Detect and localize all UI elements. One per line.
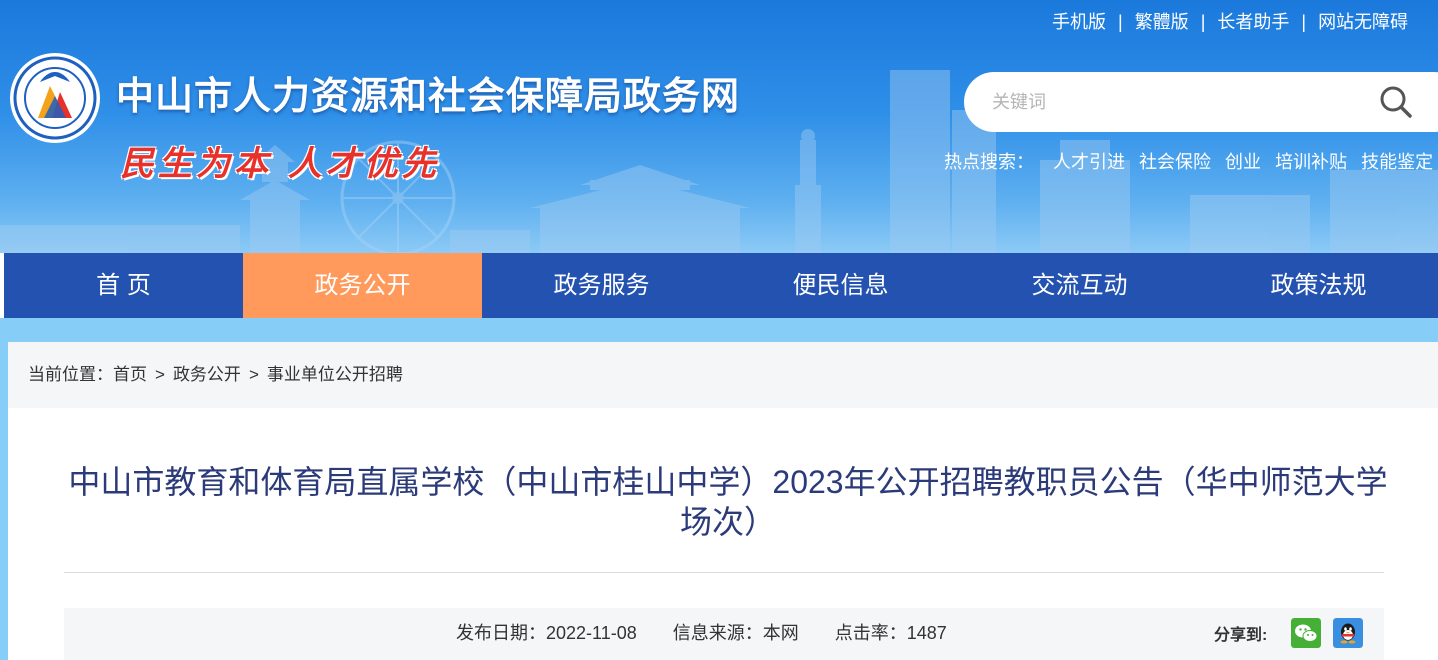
hot-search: 热点搜索： 人才引进 社会保险 创业 培训补贴 技能鉴定 (944, 150, 1438, 174)
breadcrumb-government-affairs[interactable]: 政务公开 (173, 365, 241, 384)
nav-home[interactable]: 首 页 (4, 253, 243, 318)
logo-emblem[interactable] (8, 52, 102, 144)
site-slogan: 民生为本 人才优先 (120, 144, 440, 184)
breadcrumb-separator: > (155, 365, 165, 384)
wechat-icon[interactable] (1291, 618, 1322, 648)
title-divider (64, 572, 1384, 573)
breadcrumb-home[interactable]: 首页 (113, 365, 147, 384)
toplink-separator: | (1200, 12, 1206, 32)
hot-search-talent[interactable]: 人才引进 (1053, 152, 1125, 172)
site-title: 中山市人力资源和社会保障局政务网 (116, 76, 741, 118)
nav-policies[interactable]: 政策法规 (1199, 253, 1438, 318)
qq-icon[interactable] (1333, 618, 1364, 648)
elderly-assistant-link[interactable]: 长者助手 (1217, 12, 1289, 32)
site-header: 手机版 | 繁體版 | 长者助手 | 网站无障碍 中山市人力资源和社会保障局政务网 民生为本… (0, 0, 1438, 253)
main-nav: 首 页 政务公开 政务服务 便民信息 交流互动 政策法规 (4, 253, 1438, 318)
content-panel: 当前位置：首页 > 政务公开 > 事业单位公开招聘 中山市教育和体育局直属学校（中山市桂… (8, 342, 1438, 660)
hot-search-social-insurance[interactable]: 社会保险 (1139, 152, 1211, 172)
hot-search-skill-appraisal[interactable]: 技能鉴定 (1361, 152, 1433, 172)
search-input[interactable] (992, 86, 1352, 118)
top-links: 手机版 | 繁體版 | 长者助手 | 网站无障碍 (1052, 10, 1438, 34)
publish-date: 发布日期：2022-11-08 (456, 623, 637, 643)
nav-public-info[interactable]: 便民信息 (721, 253, 960, 318)
breadcrumb-recruitment[interactable]: 事业单位公开招聘 (267, 365, 403, 384)
nav-interaction[interactable]: 交流互动 (960, 253, 1199, 318)
toplink-separator: | (1301, 12, 1307, 32)
search-icon[interactable] (1378, 84, 1414, 120)
share-label: 分享到: (1214, 627, 1268, 644)
breadcrumb-separator: > (248, 365, 259, 384)
search-box (964, 72, 1438, 132)
article-meta-bar: 发布日期：2022-11-08 信息来源：本网 点击率：1487 分享到: (64, 608, 1384, 660)
hot-search-entrepreneurship[interactable]: 创业 (1225, 152, 1261, 172)
hot-search-label: 热点搜索： (944, 152, 1034, 172)
mobile-version-link[interactable]: 手机版 (1052, 12, 1106, 32)
article-meta: 发布日期：2022-11-08 信息来源：本网 点击率：1487 (456, 608, 947, 658)
nav-government-services[interactable]: 政务服务 (482, 253, 721, 318)
hot-search-training-subsidy[interactable]: 培训补贴 (1275, 152, 1347, 172)
nav-government-affairs[interactable]: 政务公开 (243, 253, 482, 318)
click-count: 点击率：1487 (834, 623, 947, 643)
share-bar: 分享到: (1214, 608, 1375, 658)
breadcrumb: 当前位置：首页 > 政务公开 > 事业单位公开招聘 (8, 342, 1438, 408)
toplink-separator: | (1118, 12, 1123, 32)
info-source: 信息来源：本网 (672, 623, 799, 643)
article-title: 中山市教育和体育局直属学校（中山市桂山中学）2023年公开招聘教职员公告（华中师… (68, 464, 1388, 540)
breadcrumb-label: 当前位置： (28, 365, 113, 384)
traditional-chinese-link[interactable]: 繁體版 (1135, 12, 1189, 32)
accessibility-link[interactable]: 网站无障碍 (1318, 12, 1408, 32)
